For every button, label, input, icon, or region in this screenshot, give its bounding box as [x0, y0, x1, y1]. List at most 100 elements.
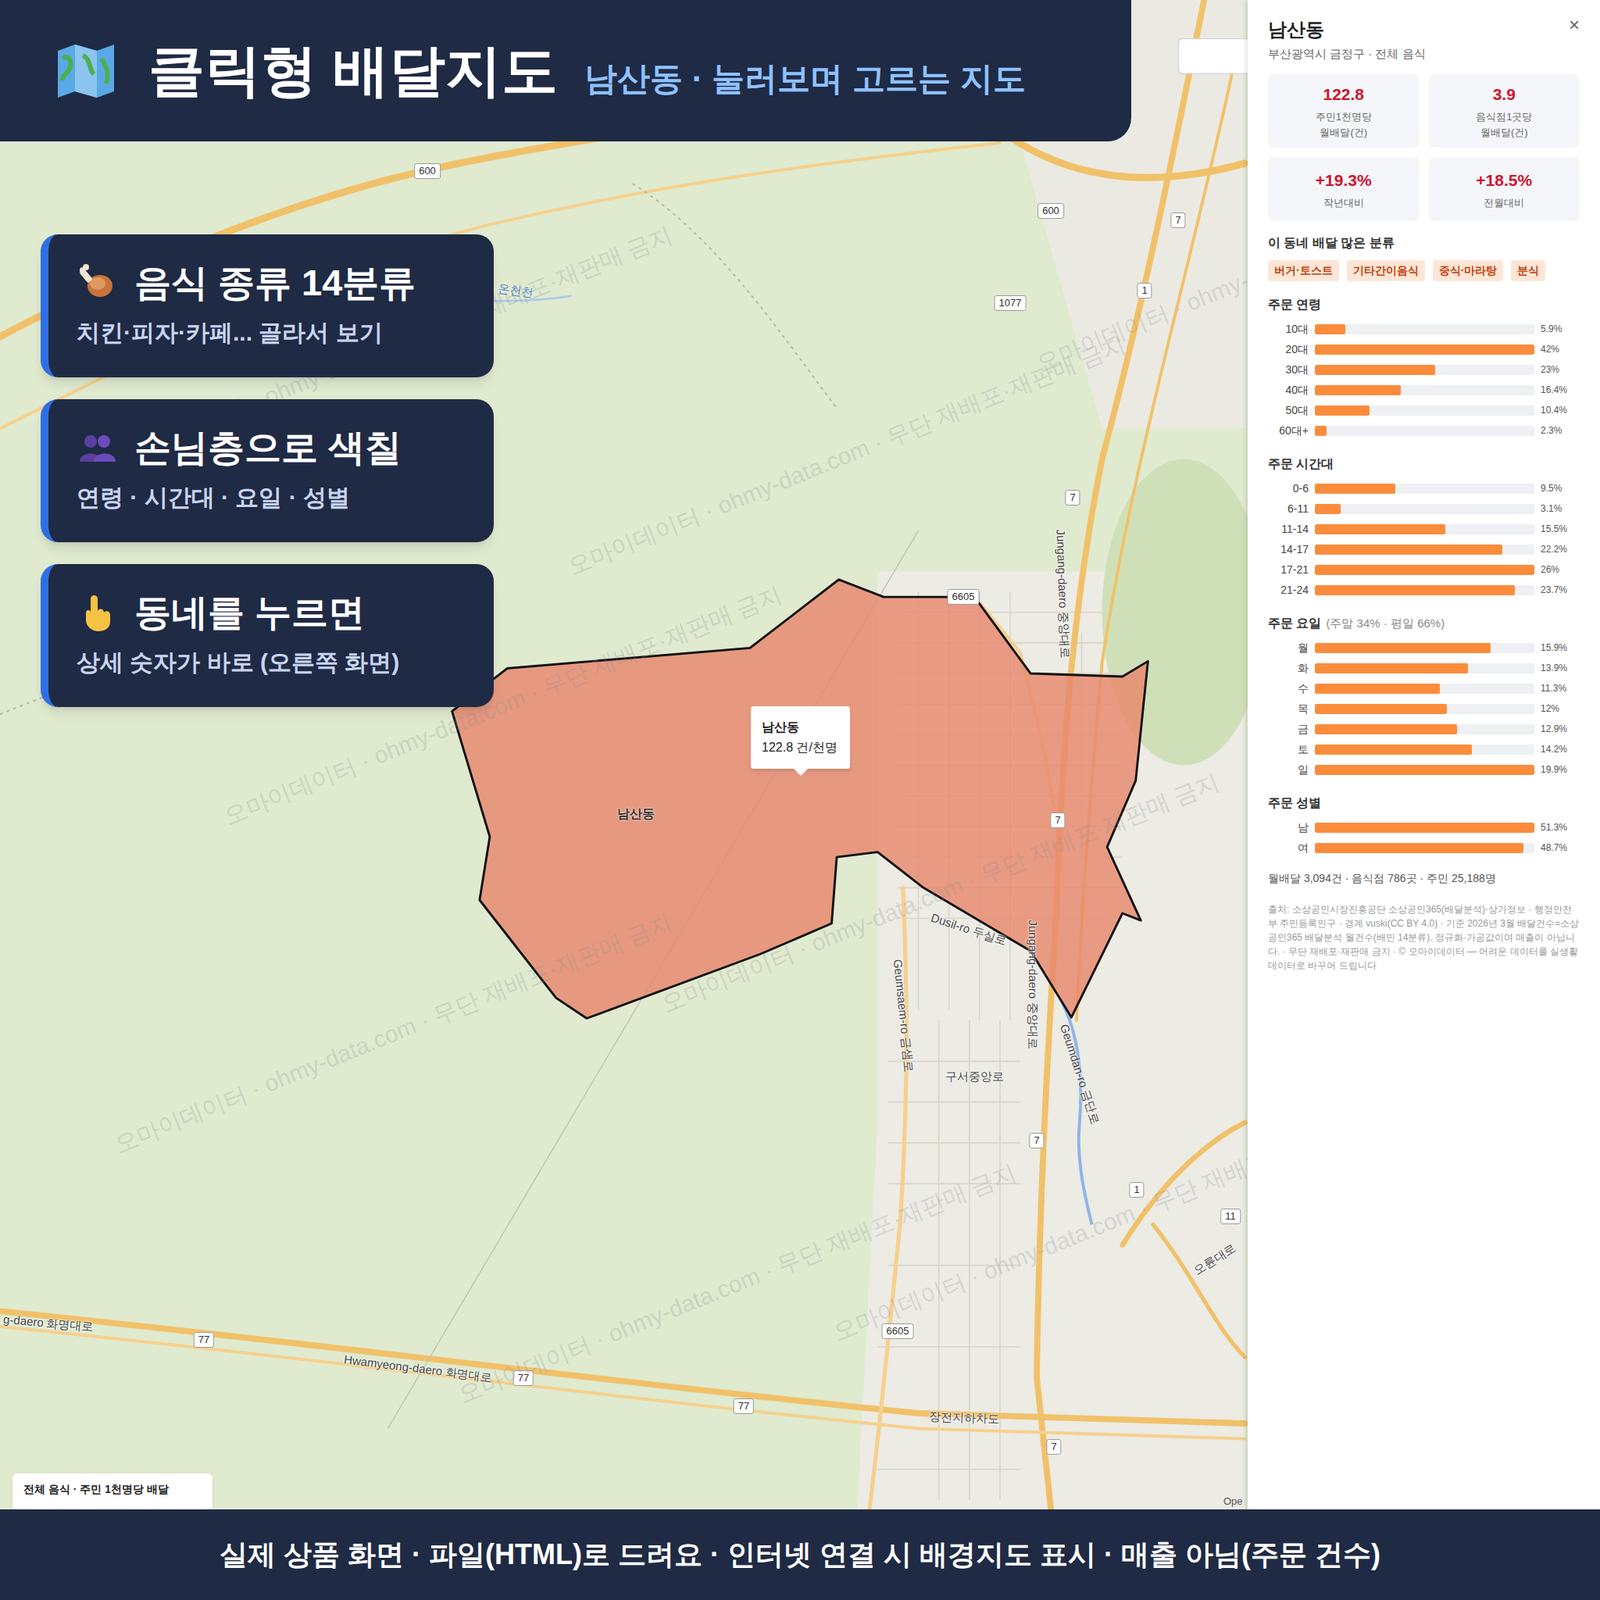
- card-title: 손님층으로 색칠: [134, 426, 402, 469]
- bar-row: 17-2126%: [1267, 559, 1580, 580]
- bar-fill: [1314, 842, 1524, 854]
- bar-track: [1314, 764, 1535, 775]
- header-banner: 클릭형 배달지도 남산동 · 눌러보며 고르는 지도: [0, 0, 1132, 142]
- bar-row: 화13.9%: [1267, 657, 1580, 679]
- road-label: 온천천: [496, 279, 535, 303]
- road-label: 오륜대로: [1190, 1239, 1240, 1280]
- bar-track: [1314, 564, 1535, 575]
- close-button[interactable]: ×: [1568, 15, 1580, 35]
- bar-track: [1314, 585, 1535, 596]
- road-shield: 1077: [994, 295, 1027, 311]
- section-title: 이 동네 배달 많은 분류: [1267, 233, 1580, 253]
- stat-box: +19.3%작년대비: [1267, 157, 1420, 222]
- bar-row: 40대16.4%: [1267, 379, 1580, 400]
- road-shield: 600: [414, 163, 441, 179]
- bar-fill: [1314, 564, 1535, 575]
- bar-row: 금12.9%: [1267, 718, 1580, 740]
- summary: 월배달 3,094건 · 음식점 786곳 · 주민 25,188명: [1267, 870, 1580, 887]
- bar-fill: [1314, 683, 1440, 694]
- section-title: 주문 요일(주말 34% · 평일 66%): [1267, 614, 1580, 633]
- road-shield: 600: [1037, 203, 1065, 219]
- stat-box: 122.8주민1천명당월배달(건): [1267, 74, 1420, 149]
- road-label: Dusil-ro 두실로: [928, 909, 1010, 951]
- bar-track: [1314, 642, 1535, 654]
- road-label: Geumsaem-ro 금샘로: [888, 958, 918, 1074]
- road-label: Hwamyeong-daero 화명대로: [342, 1350, 493, 1387]
- card-title: 음식 종류 14분류: [134, 261, 416, 304]
- bar-fill: [1314, 385, 1401, 396]
- bar-fill: [1314, 663, 1468, 674]
- detail-panel: 남산동×부산광역시 금정구 · 전체 음식122.8주민1천명당월배달(건)3.…: [1247, 0, 1600, 1510]
- bar-fill: [1314, 524, 1446, 535]
- category-tag[interactable]: 중식·마라탕: [1432, 260, 1504, 282]
- bar-fill: [1314, 703, 1447, 715]
- bar-track: [1314, 364, 1535, 375]
- region-label[interactable]: 남산동: [617, 804, 655, 824]
- stat-box: 3.9음식점1곳당월배달(건): [1428, 74, 1581, 149]
- bar-fill: [1314, 324, 1346, 335]
- watermark: 오마이데이터 · ohmy-data.com · 무단 재배포·재판매 금지: [655, 764, 1225, 1022]
- category-tag[interactable]: 분식: [1510, 260, 1546, 282]
- road-shield: 1: [1136, 282, 1152, 299]
- bar-fill: [1314, 344, 1535, 355]
- bar-fill: [1314, 425, 1327, 436]
- section-title: 주문 성별: [1267, 793, 1580, 813]
- bar-fill: [1314, 364, 1436, 375]
- bar-fill: [1314, 642, 1491, 654]
- road-shield: 7: [1064, 489, 1080, 506]
- source-note: 출처: 소상공인시장진흥공단 소상공인365(배달분석)·상가정보 · 행정안전…: [1267, 902, 1580, 973]
- road-shield: 7: [1046, 1439, 1061, 1455]
- bar-track: [1314, 544, 1535, 555]
- page-title: 클릭형 배달지도: [148, 36, 558, 104]
- road-label: 장전지하차도: [928, 1407, 1000, 1429]
- bar-track: [1314, 503, 1535, 515]
- tooltip: 남산동 122.8 건/천명: [750, 706, 850, 769]
- road-shield: 7: [1028, 1132, 1044, 1149]
- stat-grid: 122.8주민1천명당월배달(건)3.9음식점1곳당월배달(건)+19.3%작년…: [1267, 74, 1580, 222]
- bar-track: [1314, 324, 1535, 335]
- road-shield: 77: [513, 1370, 534, 1386]
- road-shield: 77: [733, 1398, 754, 1415]
- bar-fill: [1314, 483, 1396, 494]
- card-subtitle: 연령 · 시간대 · 요일 · 성별: [76, 479, 479, 515]
- bar-row: 월15.9%: [1267, 637, 1580, 658]
- bar-row: 목12%: [1267, 698, 1580, 719]
- people-icon: [76, 427, 118, 468]
- road-shield: 77: [193, 1332, 215, 1348]
- watermark: 오마이데이터 · ohmy-data.com · 무단 재배포·재판매 금지: [561, 326, 1131, 584]
- road-shield: 7: [1050, 812, 1065, 829]
- bar-track: [1314, 842, 1535, 854]
- food-icon: [76, 262, 118, 304]
- bar-fill: [1314, 405, 1370, 416]
- bar-row: 일19.9%: [1267, 759, 1580, 780]
- panel-subtitle: 부산광역시 금정구 · 전체 음식: [1267, 45, 1580, 64]
- road-label: Jungang-daero 중앙대로: [1024, 919, 1043, 1049]
- road-shield: 1: [1128, 1182, 1144, 1198]
- category-tag[interactable]: 기타간이음식: [1346, 260, 1425, 282]
- section-title: 주문 시간대: [1267, 454, 1580, 474]
- road-label: 구서중앙로: [945, 1067, 1004, 1086]
- stat-box: +18.5%전월대비: [1428, 157, 1581, 222]
- bar-track: [1314, 344, 1535, 355]
- attribution[interactable]: Ope: [1223, 1493, 1243, 1510]
- bar-track: [1314, 483, 1535, 494]
- card-title: 동네를 누르면: [134, 591, 365, 634]
- bar-row: 30대23%: [1267, 359, 1580, 380]
- card-subtitle: 치킨·피자·카페... 골라서 보기: [76, 314, 479, 350]
- feature-card: 동네를 누르면상세 숫자가 바로 (오른쪽 화면): [40, 564, 494, 708]
- feature-cards: 음식 종류 14분류치킨·피자·카페... 골라서 보기손님층으로 색칠연령 ·…: [40, 234, 494, 708]
- bar-track: [1314, 724, 1535, 735]
- bar-row: 남51.3%: [1267, 817, 1580, 838]
- bar-row: 10대5.9%: [1267, 318, 1580, 340]
- road-label: Geumdan-ro 금단로: [1055, 1021, 1105, 1127]
- page-subtitle: 남산동 · 눌러보며 고르는 지도: [584, 53, 1026, 104]
- road-shield: 6605: [947, 589, 980, 605]
- bar-fill: [1314, 544, 1503, 555]
- bar-track: [1314, 822, 1535, 833]
- watermark: 오마이데이터 · ohmy-data.com · 무단 재배포·재판매 금지: [108, 904, 678, 1162]
- bar-row: 14-1722.2%: [1267, 539, 1580, 560]
- bar-fill: [1314, 724, 1458, 735]
- bar-fill: [1314, 764, 1535, 775]
- card-subtitle: 상세 숫자가 바로 (오른쪽 화면): [76, 644, 479, 680]
- category-tag[interactable]: 버거·토스트: [1267, 260, 1340, 282]
